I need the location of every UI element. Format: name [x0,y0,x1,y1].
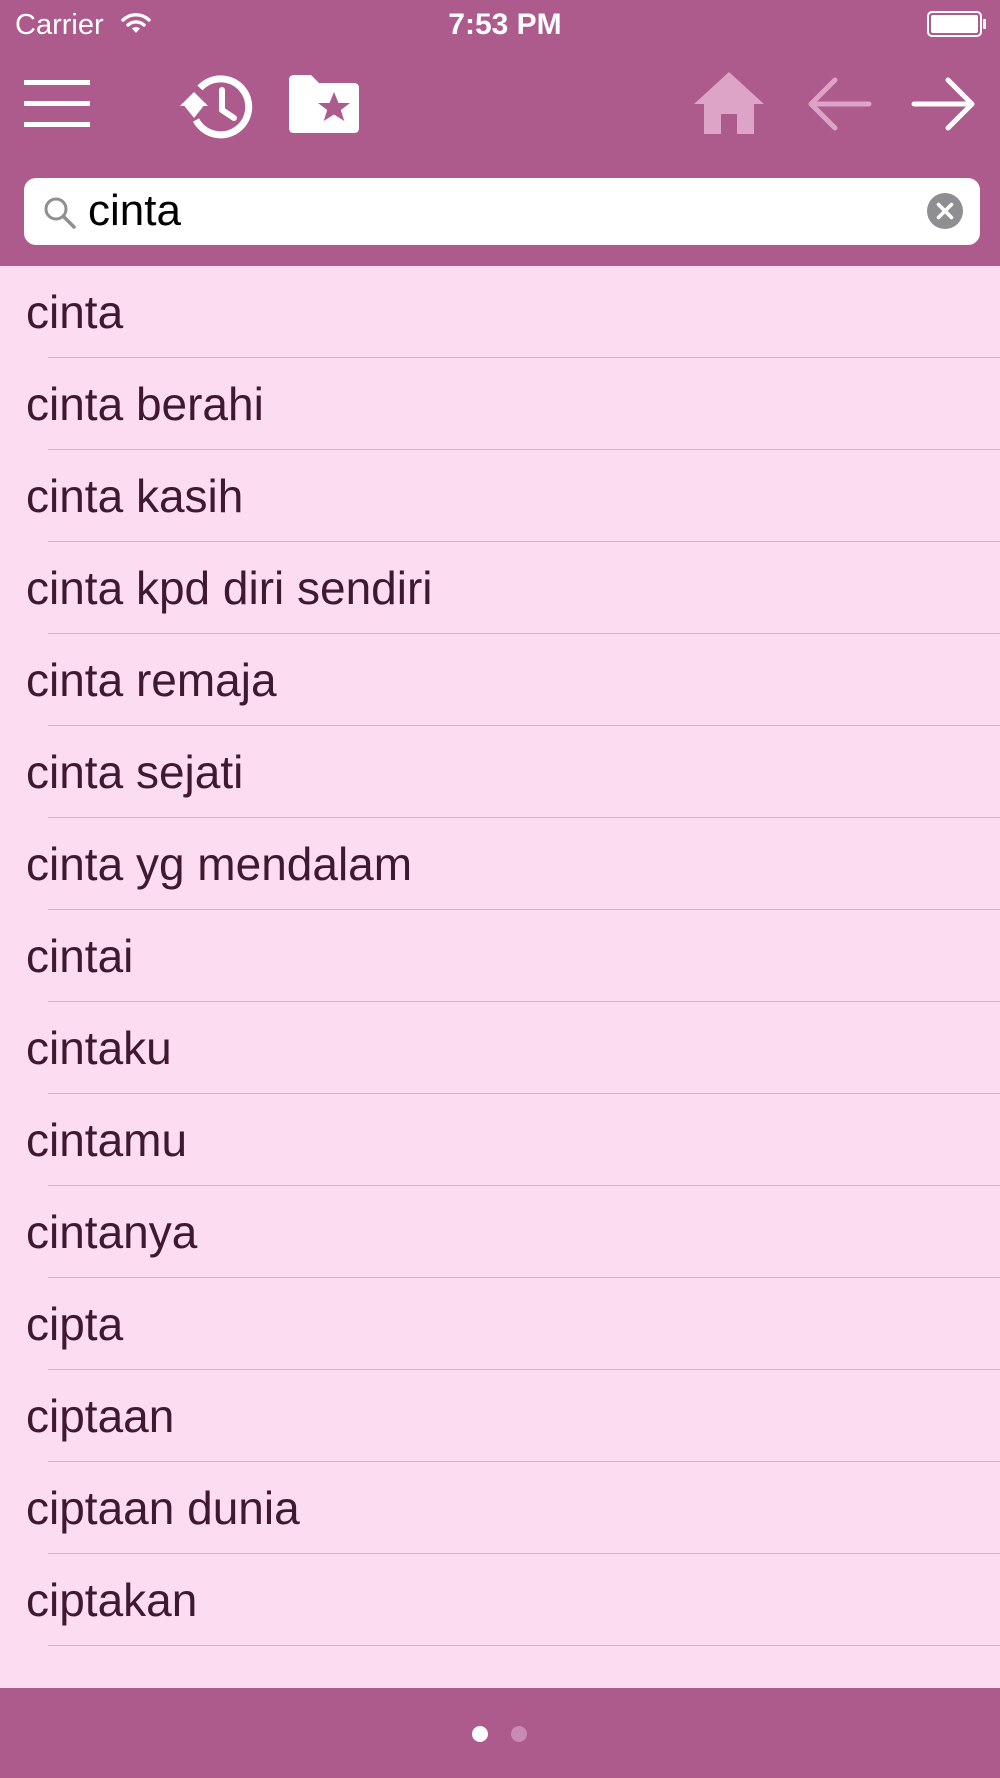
list-item[interactable]: cintamu [0,1094,1000,1186]
status-time: 7:53 PM [448,8,562,41]
list-item[interactable]: cipta [0,1278,1000,1370]
list-item-label: cinta kpd diri sendiri [26,562,433,614]
list-item[interactable]: cintai [0,910,1000,1002]
list-item-label: ciptakan [26,1574,198,1626]
list-item-label: cintaku [26,1022,172,1074]
battery-icon [927,11,986,37]
page-indicator-dot-1[interactable] [472,1726,488,1742]
list-item-label: cintai [26,930,134,982]
favorites-folder-icon[interactable] [285,72,363,137]
search-input[interactable] [88,184,928,238]
list-item[interactable]: ciptaan dunia [0,1462,1000,1554]
list-item-label: ciptaan [26,1390,175,1442]
list-item[interactable]: cintanya [0,1186,1000,1278]
list-item-label: cinta remaja [26,654,277,706]
list-item[interactable]: ciptakan [0,1554,1000,1646]
results-list: cinta cinta berahi cinta kasih cinta kpd… [0,266,1000,1646]
search-icon [44,197,76,229]
status-bar: Carrier 7:53 PM [0,0,1000,50]
list-item[interactable]: ciptaan [0,1370,1000,1462]
list-item[interactable]: cinta [0,266,1000,358]
history-icon[interactable] [176,70,256,142]
list-item[interactable]: cinta berahi [0,358,1000,450]
list-item-label: cinta berahi [26,378,264,430]
list-item-label: cinta [26,286,124,338]
list-item[interactable]: cintaku [0,1002,1000,1094]
list-item[interactable]: cinta sejati [0,726,1000,818]
list-item-label: cinta kasih [26,470,244,522]
list-item-label: cintanya [26,1206,198,1258]
list-item-label: cinta yg mendalam [26,838,413,890]
home-icon[interactable] [692,70,766,136]
list-item[interactable]: cinta kpd diri sendiri [0,542,1000,634]
back-arrow-icon[interactable] [805,74,873,134]
list-item-label: cinta sejati [26,746,244,798]
menu-icon[interactable] [20,76,96,132]
clear-search-icon[interactable] [926,192,964,230]
search-bar [24,178,980,245]
top-bar: Carrier 7:53 PM [0,0,1000,266]
page-indicator-dot-2[interactable] [511,1726,527,1742]
list-item[interactable]: cinta kasih [0,450,1000,542]
list-item-label: ciptaan dunia [26,1482,300,1534]
list-item-label: cintamu [26,1114,188,1166]
list-item[interactable]: cinta remaja [0,634,1000,726]
list-item[interactable]: cinta yg mendalam [0,818,1000,910]
forward-arrow-icon[interactable] [910,74,978,134]
list-item-label: cipta [26,1298,124,1350]
bottom-bar [0,1688,1000,1778]
